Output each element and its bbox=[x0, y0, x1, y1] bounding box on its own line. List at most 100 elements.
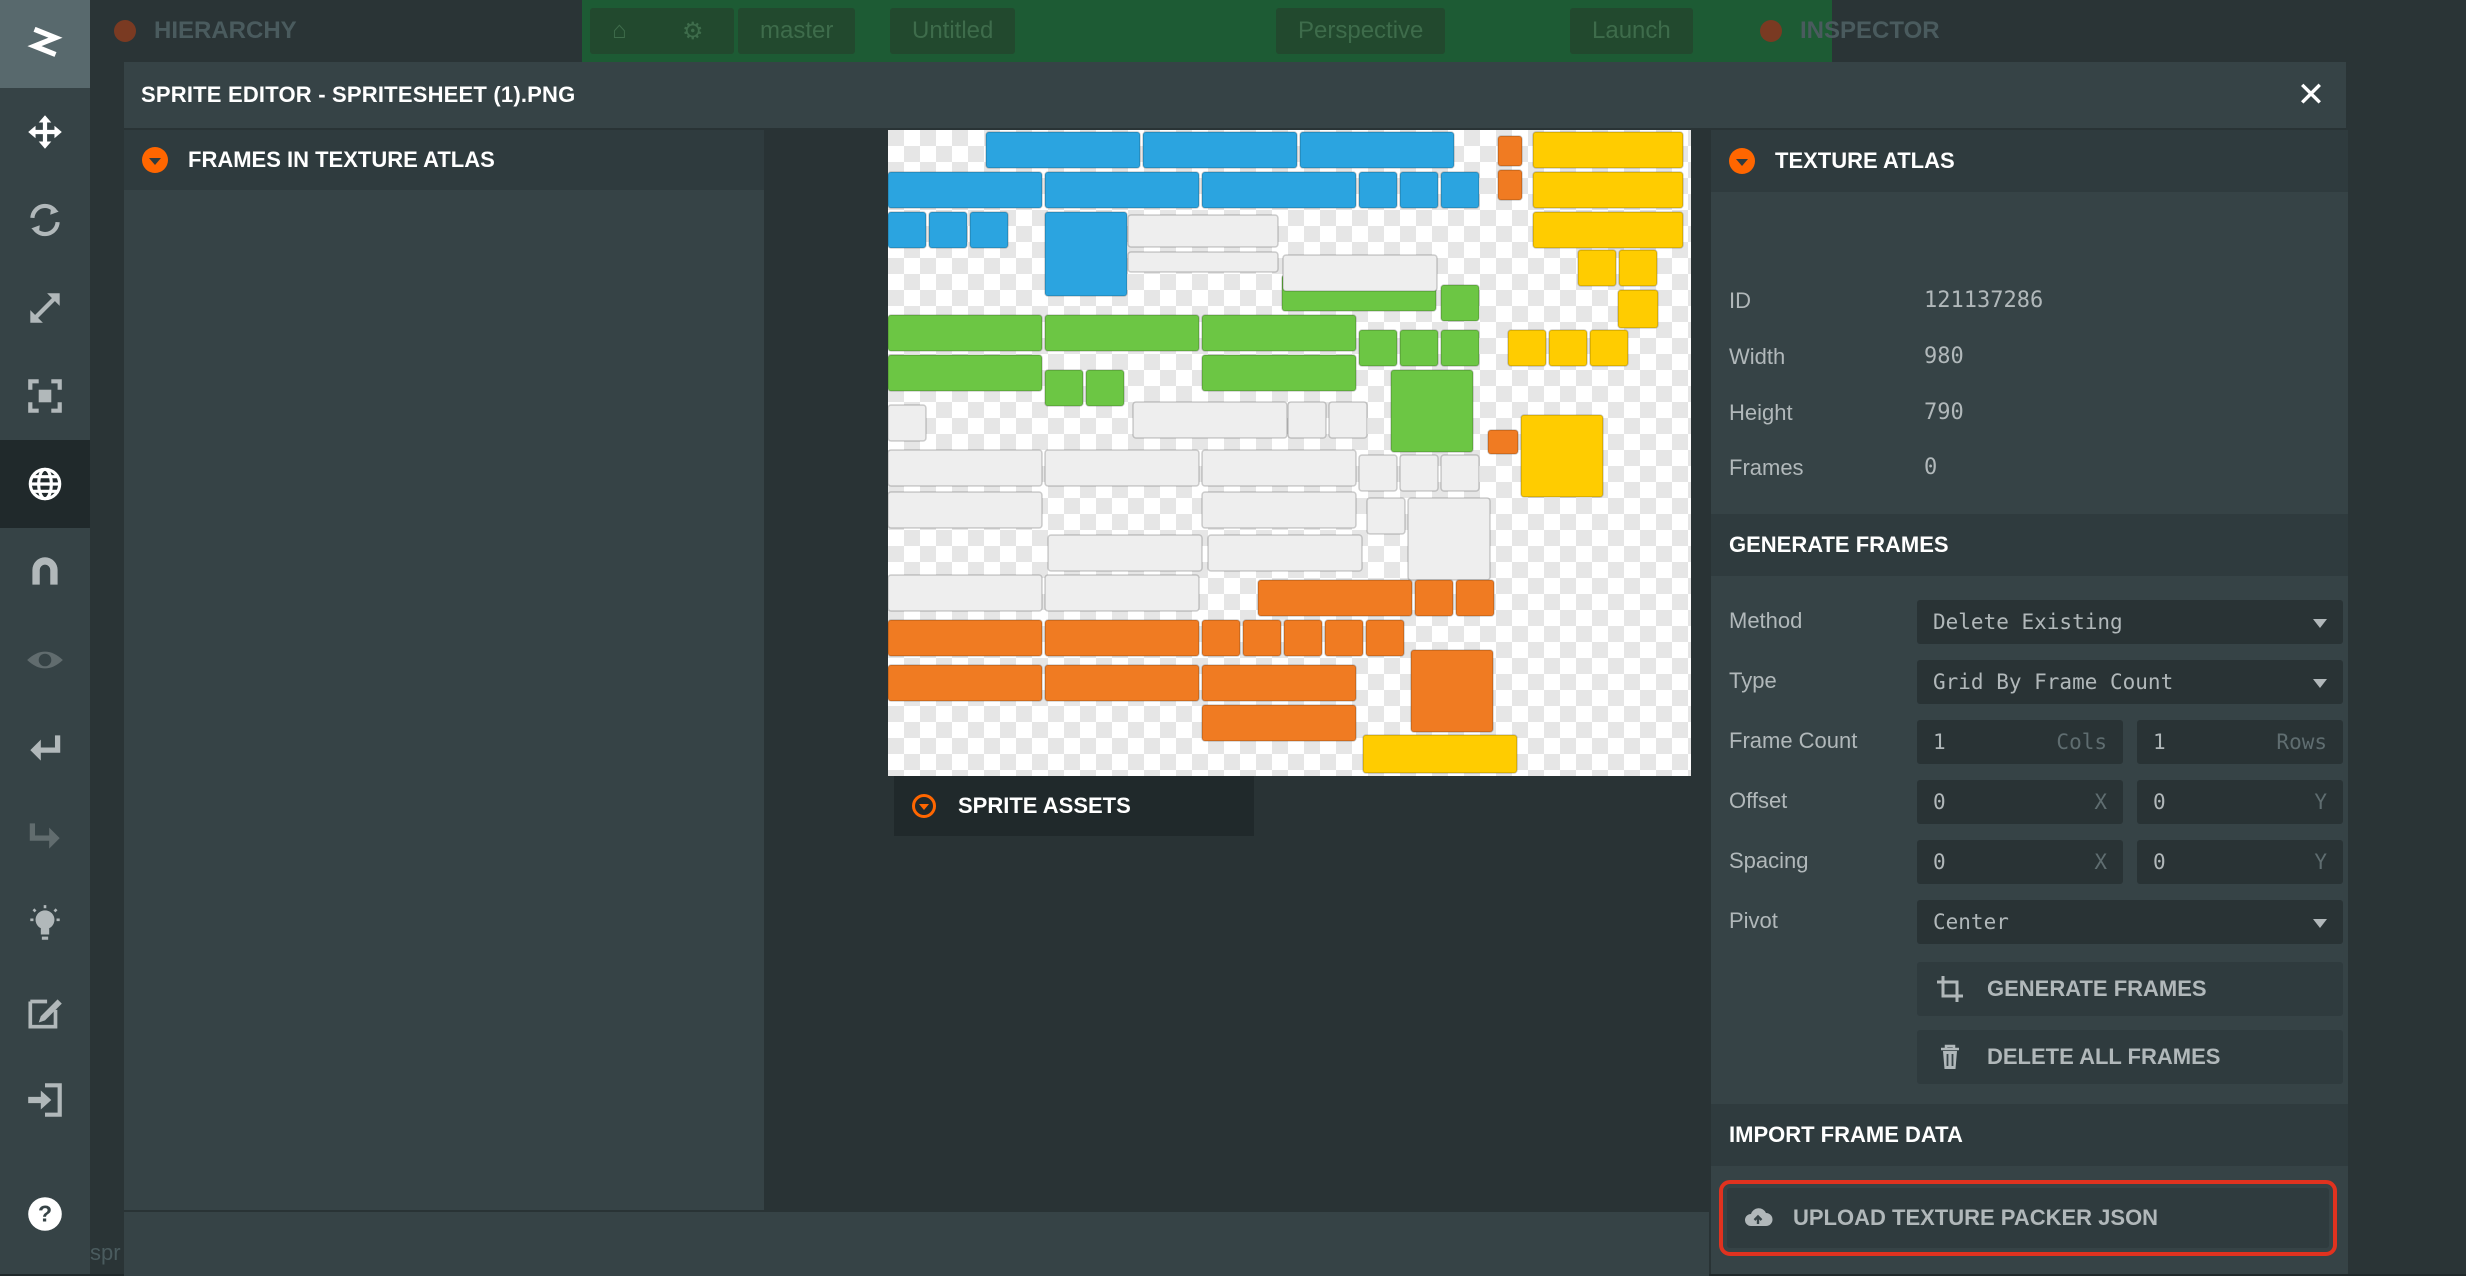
bottom-strip bbox=[124, 1210, 1709, 1276]
inspector-header: INSPECTOR bbox=[1760, 0, 1940, 62]
sprite-blue bbox=[985, 131, 1141, 169]
sprite-green bbox=[1440, 284, 1480, 322]
generate-frames-header: GENERATE FRAMES bbox=[1711, 514, 2348, 576]
hierarchy-title: HIERARCHY bbox=[154, 17, 297, 44]
sprite-orange bbox=[1497, 169, 1523, 201]
redo-icon[interactable] bbox=[0, 792, 90, 880]
collapse-arrow-icon[interactable] bbox=[912, 794, 936, 818]
sprite-white bbox=[888, 491, 1043, 529]
upload-texture-packer-json-button[interactable]: UPLOAD TEXTURE PACKER JSON bbox=[1719, 1180, 2337, 1256]
sprite-green bbox=[888, 354, 1043, 392]
sprite-orange bbox=[1324, 619, 1364, 657]
playcanvas-logo-icon[interactable] bbox=[0, 0, 90, 88]
sprite-assets-header[interactable]: SPRITE ASSETS bbox=[894, 776, 1254, 836]
spacing-x-input[interactable]: 0 X bbox=[1917, 840, 2123, 884]
sprite-yellow bbox=[1577, 249, 1617, 287]
resize-icon[interactable] bbox=[0, 352, 90, 440]
sprite-blue bbox=[1440, 171, 1480, 209]
sprite-green bbox=[1390, 369, 1474, 453]
id-value: 121137286 bbox=[1924, 288, 2044, 313]
sprite-blue bbox=[1044, 171, 1200, 209]
import-frame-data-title: IMPORT FRAME DATA bbox=[1729, 1122, 1963, 1147]
frames-label: Frames bbox=[1729, 455, 1804, 480]
sprite-blue bbox=[1299, 131, 1455, 169]
spacing-x-value: 0 bbox=[1933, 850, 1946, 874]
spritesheet-preview[interactable] bbox=[888, 130, 1691, 776]
sprite-white bbox=[1399, 454, 1439, 492]
world-icon[interactable] bbox=[0, 440, 90, 528]
lightbulb-icon[interactable] bbox=[0, 880, 90, 968]
sprite-orange bbox=[1242, 619, 1282, 657]
launch-label: Launch bbox=[1592, 17, 1671, 44]
inspector-title: INSPECTOR bbox=[1800, 17, 1940, 44]
frames-panel-header[interactable]: FRAMES IN TEXTURE ATLAS bbox=[124, 130, 764, 190]
sprite-blue bbox=[888, 171, 1043, 209]
type-select[interactable]: Grid By Frame Count bbox=[1917, 660, 2343, 704]
move-icon[interactable] bbox=[0, 88, 90, 176]
sprite-yellow bbox=[1532, 211, 1684, 249]
sprite-orange bbox=[888, 619, 1043, 657]
sprite-white bbox=[1201, 491, 1357, 529]
canvas-area[interactable]: SPRITE ASSETS bbox=[764, 130, 1733, 1210]
sprite-white bbox=[1282, 254, 1438, 292]
texture-atlas-header[interactable]: TEXTURE ATLAS bbox=[1711, 130, 2348, 192]
scene-button: Untitled bbox=[890, 8, 1016, 54]
perspective-label: Perspective bbox=[1298, 17, 1424, 44]
texture-atlas-title: TEXTURE ATLAS bbox=[1775, 148, 1955, 173]
spacing-y-value: 0 bbox=[2153, 850, 2166, 874]
sprite-blue bbox=[1399, 171, 1439, 209]
undo-icon[interactable] bbox=[0, 704, 90, 792]
spacing-y-input[interactable]: 0 Y bbox=[2137, 840, 2343, 884]
rotate-icon[interactable] bbox=[0, 176, 90, 264]
code-editor-icon[interactable] bbox=[0, 968, 90, 1056]
sprite-yellow bbox=[1548, 329, 1588, 367]
frames-value: 0 bbox=[1924, 455, 1938, 480]
sprite-white bbox=[888, 574, 1043, 612]
modal-header: SPRITE EDITOR - SPRITESHEET (1).PNG ✕ bbox=[124, 62, 2346, 130]
sprite-blue bbox=[1201, 171, 1357, 209]
left-toolbar: ? bbox=[0, 0, 90, 1274]
publish-icon[interactable] bbox=[0, 1056, 90, 1144]
rows-input[interactable]: 1 Rows bbox=[2137, 720, 2343, 764]
width-label: Width bbox=[1729, 344, 1786, 369]
offset-x-input[interactable]: 0 X bbox=[1917, 780, 2123, 824]
scale-icon[interactable] bbox=[0, 264, 90, 352]
help-icon[interactable]: ? bbox=[0, 1170, 90, 1258]
delete-all-frames-label: DELETE ALL FRAMES bbox=[1987, 1044, 2221, 1069]
sprite-white bbox=[1127, 251, 1279, 273]
sprite-blue bbox=[888, 211, 927, 249]
sprite-yellow bbox=[1589, 329, 1629, 367]
scene-label: Untitled bbox=[912, 17, 994, 44]
offset-y-suffix: Y bbox=[2314, 790, 2327, 814]
delete-all-frames-button[interactable]: DELETE ALL FRAMES bbox=[1917, 1030, 2343, 1084]
chevron-down-icon bbox=[2313, 919, 2327, 928]
collapse-arrow-icon[interactable] bbox=[1729, 148, 1755, 174]
cols-input[interactable]: 1 Cols bbox=[1917, 720, 2123, 764]
collapse-arrow-icon[interactable] bbox=[142, 147, 168, 173]
pivot-select[interactable]: Center bbox=[1917, 900, 2343, 944]
chevron-down-icon bbox=[2313, 619, 2327, 628]
sprite-yellow bbox=[1520, 414, 1604, 498]
spacing-label: Spacing bbox=[1729, 848, 1809, 873]
offset-y-input[interactable]: 0 Y bbox=[2137, 780, 2343, 824]
sprite-white bbox=[1366, 497, 1406, 535]
magnet-icon[interactable] bbox=[0, 528, 90, 616]
method-select[interactable]: Delete Existing bbox=[1917, 600, 2343, 644]
height-label: Height bbox=[1729, 400, 1793, 425]
sprite-green bbox=[1201, 354, 1357, 392]
eye-icon[interactable] bbox=[0, 616, 90, 704]
generate-frames-button[interactable]: GENERATE FRAMES bbox=[1917, 962, 2343, 1016]
sprite-blue bbox=[969, 211, 1009, 249]
pivot-label: Pivot bbox=[1729, 908, 1778, 933]
rows-suffix: Rows bbox=[2276, 730, 2327, 754]
launch-button: Launch bbox=[1570, 8, 1693, 54]
upload-texture-packer-json-label: UPLOAD TEXTURE PACKER JSON bbox=[1793, 1205, 2159, 1230]
frame-count-label: Frame Count bbox=[1729, 728, 1858, 753]
chevron-down-icon bbox=[2313, 679, 2327, 688]
hierarchy-header: HIERARCHY bbox=[114, 0, 297, 62]
sprite-white bbox=[1127, 214, 1279, 248]
type-value: Grid By Frame Count bbox=[1933, 670, 2174, 694]
close-icon[interactable]: ✕ bbox=[2292, 76, 2330, 114]
sprite-orange bbox=[1201, 704, 1357, 742]
sprite-white bbox=[1358, 454, 1398, 492]
